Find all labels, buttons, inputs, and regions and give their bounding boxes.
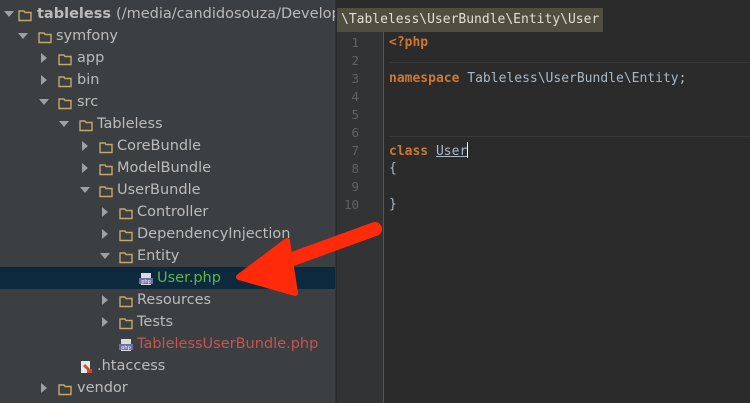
line-number: 4 bbox=[351, 89, 359, 104]
tree-item-modelbundle[interactable]: ModelBundle bbox=[0, 157, 335, 179]
chevron-down-icon[interactable] bbox=[39, 97, 49, 107]
php-file-icon: php bbox=[119, 337, 133, 351]
chevron-right-icon[interactable] bbox=[39, 53, 49, 63]
line-number: 5 bbox=[351, 107, 359, 122]
folder-icon bbox=[119, 205, 133, 220]
line-number: 1 bbox=[351, 35, 359, 50]
folder-icon bbox=[18, 7, 32, 22]
tree-item-app[interactable]: app bbox=[0, 47, 335, 69]
tree-item-label: bin bbox=[77, 72, 100, 88]
code-editor: \Tableless\UserBundle\Entity\User 1 2 3 … bbox=[337, 0, 750, 403]
svg-text:php: php bbox=[121, 345, 131, 351]
line-number: 10 bbox=[343, 197, 359, 212]
text-cursor bbox=[467, 142, 469, 158]
folder-icon bbox=[99, 139, 113, 154]
code-open-brace: { bbox=[389, 161, 397, 176]
php-file-icon: php bbox=[139, 271, 153, 285]
code-namespace-name: Tableless\UserBundle\Entity; bbox=[459, 71, 687, 86]
tree-item-label: CoreBundle bbox=[117, 138, 202, 154]
tree-item-htaccess[interactable]: .htaccess bbox=[0, 355, 335, 377]
tree-item-vendor[interactable]: vendor bbox=[0, 377, 335, 399]
chevron-right-icon[interactable] bbox=[100, 229, 110, 239]
line-number: 7 bbox=[351, 143, 359, 158]
tree-item-label: User.php bbox=[157, 270, 221, 286]
line-number: 2 bbox=[351, 53, 359, 68]
folder-icon bbox=[119, 227, 133, 242]
line-number: 9 bbox=[351, 179, 359, 194]
tree-item-label: Resources bbox=[137, 292, 212, 308]
method-separator bbox=[389, 136, 750, 137]
chevron-down-icon[interactable] bbox=[18, 31, 28, 41]
folder-icon bbox=[99, 161, 113, 176]
project-name: tableless bbox=[37, 6, 111, 22]
chevron-right-icon[interactable] bbox=[100, 207, 110, 217]
chevron-right-icon[interactable] bbox=[80, 163, 90, 173]
folder-icon bbox=[58, 51, 72, 66]
folder-icon bbox=[58, 73, 72, 88]
code-line-3: namespace Tableless\UserBundle\Entity; bbox=[389, 70, 686, 88]
line-number: 6 bbox=[351, 125, 359, 140]
folder-icon bbox=[119, 293, 133, 308]
tree-item-tablelessuserbundle-php[interactable]: php TablelessUserBundle.php bbox=[0, 333, 335, 355]
tree-item-tableless[interactable]: Tableless bbox=[0, 113, 335, 135]
red-arrow-annotation bbox=[236, 222, 382, 296]
tree-item-symfony[interactable]: symfony bbox=[0, 25, 335, 47]
folder-icon bbox=[38, 29, 52, 44]
tree-item-label: .htaccess bbox=[97, 358, 166, 374]
tree-item-label: Tableless bbox=[97, 116, 163, 132]
chevron-right-icon[interactable] bbox=[80, 141, 90, 151]
project-tree: tableless (/media/candidosouza/Developm … bbox=[0, 0, 335, 403]
project-path: (/media/candidosouza/Developm bbox=[116, 6, 335, 22]
line-number: 8 bbox=[351, 161, 359, 176]
chevron-right-icon[interactable] bbox=[39, 75, 49, 85]
tree-item-label: ModelBundle bbox=[117, 160, 212, 176]
code-class-name: User bbox=[435, 144, 468, 159]
folder-icon bbox=[58, 95, 72, 110]
chevron-right-icon[interactable] bbox=[39, 383, 49, 393]
folder-icon bbox=[79, 117, 93, 132]
method-separator bbox=[389, 62, 750, 63]
code-php-open-tag: <?php bbox=[389, 35, 429, 50]
tree-item-label: Entity bbox=[137, 248, 180, 264]
tree-item-label: app bbox=[77, 50, 105, 66]
tree-item-label: UserBundle bbox=[117, 182, 201, 198]
folder-icon bbox=[119, 249, 133, 264]
namespace-breadcrumb[interactable]: \Tableless\UserBundle\Entity\User bbox=[337, 8, 604, 32]
folder-icon bbox=[119, 315, 133, 330]
folder-icon bbox=[99, 183, 113, 198]
tree-item-label: src bbox=[77, 94, 99, 110]
tree-item-label: Tests bbox=[137, 314, 174, 330]
folder-icon bbox=[58, 381, 72, 396]
config-file-icon bbox=[79, 359, 93, 373]
tree-item-tests[interactable]: Tests bbox=[0, 311, 335, 333]
chevron-right-icon[interactable] bbox=[100, 295, 110, 305]
svg-text:php: php bbox=[141, 279, 151, 285]
chevron-right-icon[interactable] bbox=[100, 317, 110, 327]
tree-item-label: TablelessUserBundle.php bbox=[137, 336, 319, 352]
code-namespace-keyword: namespace bbox=[389, 71, 460, 86]
tree-item-corebundle[interactable]: CoreBundle bbox=[0, 135, 335, 157]
chevron-down-icon[interactable] bbox=[4, 9, 14, 19]
tree-item-label: vendor bbox=[77, 380, 128, 396]
tree-item-label: Controller bbox=[137, 204, 209, 220]
code-line-7: class User bbox=[389, 142, 469, 160]
chevron-down-icon[interactable] bbox=[59, 119, 69, 129]
chevron-down-icon[interactable] bbox=[80, 185, 90, 195]
code-close-brace: } bbox=[389, 197, 397, 212]
tree-item-root[interactable]: tableless (/media/candidosouza/Developm bbox=[0, 3, 335, 25]
tree-item-src[interactable]: src bbox=[0, 91, 335, 113]
tree-item-userbundle[interactable]: UserBundle bbox=[0, 179, 335, 201]
tree-item-bin[interactable]: bin bbox=[0, 69, 335, 91]
line-number: 3 bbox=[351, 71, 359, 86]
tree-item-label: symfony bbox=[56, 28, 119, 44]
code-class-keyword: class bbox=[389, 144, 429, 159]
chevron-down-icon[interactable] bbox=[100, 251, 110, 261]
code-area[interactable]: <?php namespace Tableless\UserBundle\Ent… bbox=[389, 32, 750, 403]
